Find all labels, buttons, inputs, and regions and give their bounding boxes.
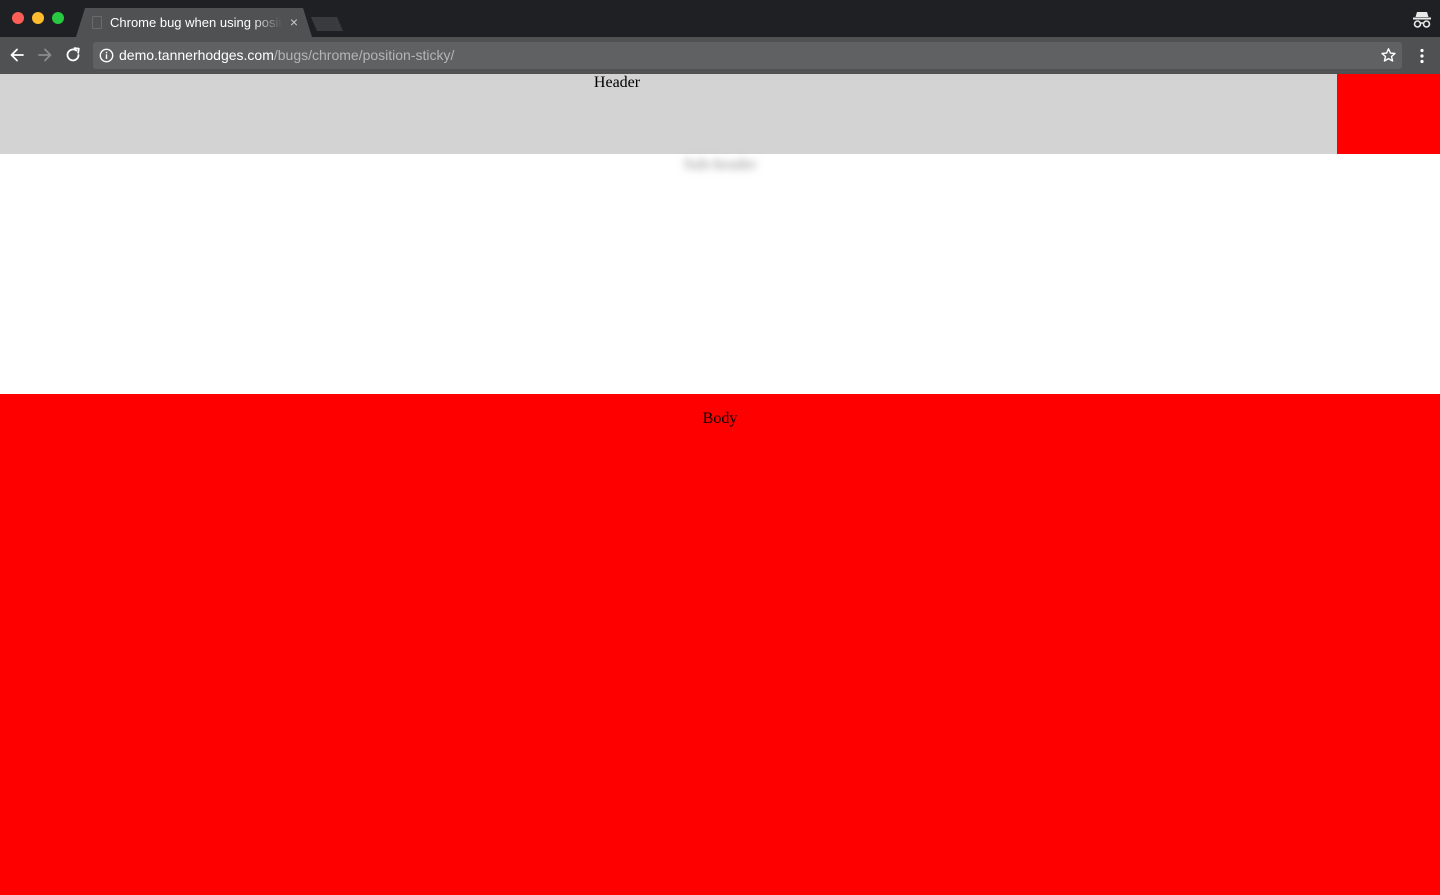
- back-arrow-icon[interactable]: [7, 45, 27, 65]
- address-bar[interactable]: demo.tannerhodges.com/bugs/chrome/positi…: [93, 42, 1402, 69]
- red-overlay-box: [1337, 74, 1440, 154]
- page-viewport: Header Sub-header Body: [0, 74, 1440, 895]
- info-icon[interactable]: [99, 48, 114, 63]
- browser-titlebar: Chrome bug when using position: sticky ×: [0, 0, 1440, 37]
- browser-tab-active[interactable]: Chrome bug when using position: sticky ×: [76, 8, 312, 37]
- tab-title: Chrome bug when using position: sticky: [110, 15, 282, 30]
- new-tab-button[interactable]: [311, 17, 343, 31]
- forward-arrow-icon[interactable]: [35, 45, 55, 65]
- window-minimize-button[interactable]: [32, 12, 44, 24]
- browser-toolbar: demo.tannerhodges.com/bugs/chrome/positi…: [0, 37, 1440, 74]
- window-close-button[interactable]: [12, 12, 24, 24]
- body-section: Body: [0, 394, 1440, 895]
- blurred-subheader-label: Sub-header: [683, 156, 757, 173]
- reload-icon[interactable]: [63, 45, 83, 65]
- menu-icon[interactable]: [1412, 46, 1432, 66]
- url-path: /bugs/chrome/position-sticky/: [273, 47, 455, 63]
- star-icon[interactable]: [1380, 47, 1397, 64]
- window-maximize-button[interactable]: [52, 12, 64, 24]
- address-url[interactable]: demo.tannerhodges.com/bugs/chrome/positi…: [119, 47, 454, 64]
- incognito-icon: [1413, 12, 1431, 28]
- sticky-header: Header: [0, 74, 1337, 154]
- tab-close-icon[interactable]: ×: [286, 13, 302, 31]
- page-favicon-icon: [92, 16, 102, 29]
- body-label: Body: [702, 410, 738, 427]
- header-label: Header: [593, 74, 641, 91]
- url-host: demo.tannerhodges.com: [119, 47, 274, 63]
